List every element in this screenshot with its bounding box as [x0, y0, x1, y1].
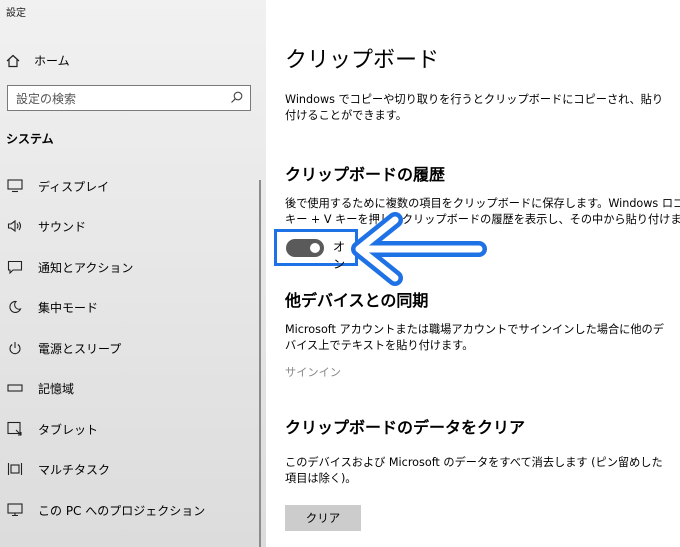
sidebar-item-label: 電源とスリープ	[38, 341, 122, 356]
sidebar-item-label: 集中モード	[38, 300, 99, 315]
projection-icon	[7, 503, 23, 517]
history-toggle[interactable]	[286, 239, 324, 257]
sidebar-item-sound[interactable]: サウンド	[6, 216, 86, 236]
sidebar-item-label: マルチタスク	[38, 462, 111, 477]
display-icon	[7, 179, 23, 193]
sync-description: Microsoft アカウントまたは職場アカウントでサインインした場合に他のデバ…	[285, 323, 664, 352]
multitask-icon	[7, 463, 23, 475]
sidebar-item-label: 通知とアクション	[38, 260, 134, 275]
moon-icon	[9, 300, 22, 313]
search-placeholder: 設定の検索	[16, 92, 77, 106]
sidebar: 設定 ホーム 設定の検索 システム ディスプレイ サウンド 通知とアクション 集…	[0, 0, 266, 547]
sidebar-item-projection[interactable]: この PC へのプロジェクション	[6, 500, 205, 520]
home-icon	[6, 54, 20, 67]
sidebar-item-display[interactable]: ディスプレイ	[6, 176, 109, 196]
signin-link[interactable]: サインイン	[285, 364, 341, 380]
arrow-pointer-icon	[351, 212, 487, 286]
clear-description: このデバイスおよび Microsoft のデータをすべて消去します (ピン留めし…	[285, 456, 663, 485]
sidebar-item-notifications[interactable]: 通知とアクション	[6, 257, 133, 277]
tablet-icon	[7, 421, 22, 436]
window-title: 設定	[6, 8, 26, 19]
sidebar-item-label: 記憶域	[38, 381, 75, 396]
page-title: クリップボード	[285, 48, 440, 73]
history-toggle-highlight: オン	[274, 229, 358, 271]
sidebar-item-label: タブレット	[38, 422, 99, 437]
sidebar-home-label: ホーム	[34, 54, 70, 68]
sidebar-item-label: この PC へのプロジェクション	[38, 503, 206, 518]
toggle-knob	[310, 243, 320, 253]
speaker-icon	[7, 219, 22, 233]
sidebar-item-label: サウンド	[38, 219, 87, 234]
sidebar-item-power[interactable]: 電源とスリープ	[6, 338, 121, 358]
sidebar-item-focus[interactable]: 集中モード	[6, 297, 98, 317]
search-icon	[231, 91, 243, 103]
sidebar-scrollbar[interactable]	[259, 180, 261, 547]
sidebar-item-multitasking[interactable]: マルチタスク	[6, 459, 110, 479]
search-input[interactable]: 設定の検索	[7, 85, 251, 111]
sidebar-item-label: ディスプレイ	[38, 179, 110, 194]
page-description: Windows でコピーや切り取りを行うとクリップボードにコピーされ、貼り付ける…	[285, 93, 664, 122]
power-icon	[9, 342, 21, 355]
clear-button[interactable]: クリア	[285, 505, 361, 531]
history-heading: クリップボードの履歴	[285, 165, 446, 184]
sidebar-item-storage[interactable]: 記憶域	[6, 378, 74, 398]
sidebar-home[interactable]: ホーム	[6, 52, 70, 69]
sidebar-item-tablet[interactable]: タブレット	[6, 419, 98, 439]
storage-icon	[7, 384, 23, 392]
clear-heading: クリップボードのデータをクリア	[285, 418, 526, 437]
notification-icon	[7, 260, 23, 274]
section-label-system: システム	[6, 132, 54, 146]
